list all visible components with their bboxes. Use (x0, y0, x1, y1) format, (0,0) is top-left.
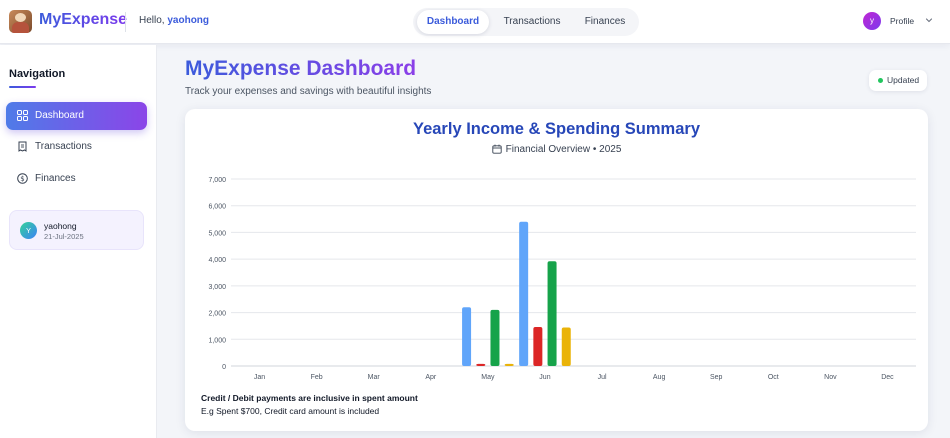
user-card-date: 21-Jul-2025 (44, 232, 84, 241)
sidebar-item-label: Dashboard (35, 110, 84, 121)
x-tick-label: Jul (598, 374, 607, 381)
note-example: E.g Spent $700, Credit card amount is in… (201, 406, 380, 416)
header-divider (125, 12, 126, 32)
y-tick-label: 7,000 (208, 177, 226, 184)
tab-transactions[interactable]: Transactions (493, 10, 571, 34)
tab-dashboard[interactable]: Dashboard (417, 10, 489, 34)
x-tick-label: Aug (653, 374, 666, 381)
page-title: MyExpense Dashboard (185, 57, 417, 80)
top-bar: MyExpense Hello, yaohong Dashboard Trans… (0, 0, 950, 44)
sidebar-item-transactions[interactable]: Transactions (6, 133, 147, 161)
bar (490, 309, 500, 366)
chart-card: Yearly Income & Spending Summary Financi… (185, 109, 928, 431)
greeting: Hello, yaohong (139, 15, 210, 26)
user-card[interactable]: Y yaohong 21-Jul-2025 (9, 210, 144, 250)
x-tick-label: May (481, 374, 495, 381)
y-tick-label: 1,000 (208, 337, 226, 344)
bar (476, 363, 486, 366)
y-tick-label: 5,000 (208, 230, 226, 237)
x-tick-label: Jan (254, 374, 265, 381)
sidebar-item-label: Finances (35, 173, 76, 184)
x-tick-label: Oct (768, 374, 779, 381)
bar (519, 221, 529, 366)
chevron-down-icon[interactable] (925, 16, 933, 24)
x-tick-label: Mar (368, 374, 381, 381)
profile-avatar[interactable]: y (863, 12, 881, 30)
y-tick-label: 0 (222, 364, 226, 371)
x-tick-label: Nov (824, 374, 837, 381)
page-subtitle: Track your expenses and savings with bea… (185, 86, 432, 97)
y-tick-label: 6,000 (208, 204, 226, 211)
status-badge: Updated (869, 70, 927, 91)
x-tick-label: Jun (539, 374, 550, 381)
main-tabs: Dashboard Transactions Finances (413, 8, 639, 36)
x-tick-label: Feb (311, 374, 323, 381)
x-tick-label: Sep (710, 374, 723, 381)
greeting-username: yaohong (167, 15, 210, 26)
svg-text:$: $ (20, 175, 24, 183)
sidebar-item-dashboard[interactable]: Dashboard (6, 102, 147, 130)
sidebar-item-finances[interactable]: $ Finances (6, 165, 147, 193)
app-logo[interactable] (9, 10, 32, 33)
sidebar-item-label: Transactions (35, 141, 92, 152)
dollar-circle-icon: $ (17, 173, 28, 184)
bar (462, 307, 472, 366)
sidebar-title-underline (9, 86, 36, 88)
bar (547, 261, 557, 366)
tab-finances[interactable]: Finances (575, 10, 635, 34)
status-badge-label: Updated (887, 75, 920, 85)
avatar: Y (20, 222, 37, 239)
note-credit-debit: Credit / Debit payments are inclusive in… (201, 393, 418, 403)
app-title[interactable]: MyExpense (39, 11, 127, 29)
sidebar-title: Navigation (9, 68, 66, 80)
sidebar: Navigation Dashboard Transactions $ Fina… (0, 45, 157, 438)
y-tick-label: 4,000 (208, 257, 226, 264)
grid-icon (17, 110, 28, 121)
receipt-icon (18, 141, 27, 152)
x-tick-label: Dec (881, 374, 894, 381)
bar (533, 326, 543, 366)
bar-chart: 0 1,000 2,000 3,000 4,000 5,000 6,000 7,000 Jan F… (208, 177, 916, 381)
profile-label[interactable]: Profile (890, 16, 914, 26)
x-tick-label: Apr (425, 374, 437, 381)
status-dot-icon (878, 78, 883, 83)
y-tick-label: 3,000 (208, 284, 226, 291)
user-card-name: yaohong (44, 221, 77, 231)
bar (504, 363, 514, 366)
y-tick-label: 2,000 (208, 311, 226, 318)
bar (561, 327, 571, 366)
